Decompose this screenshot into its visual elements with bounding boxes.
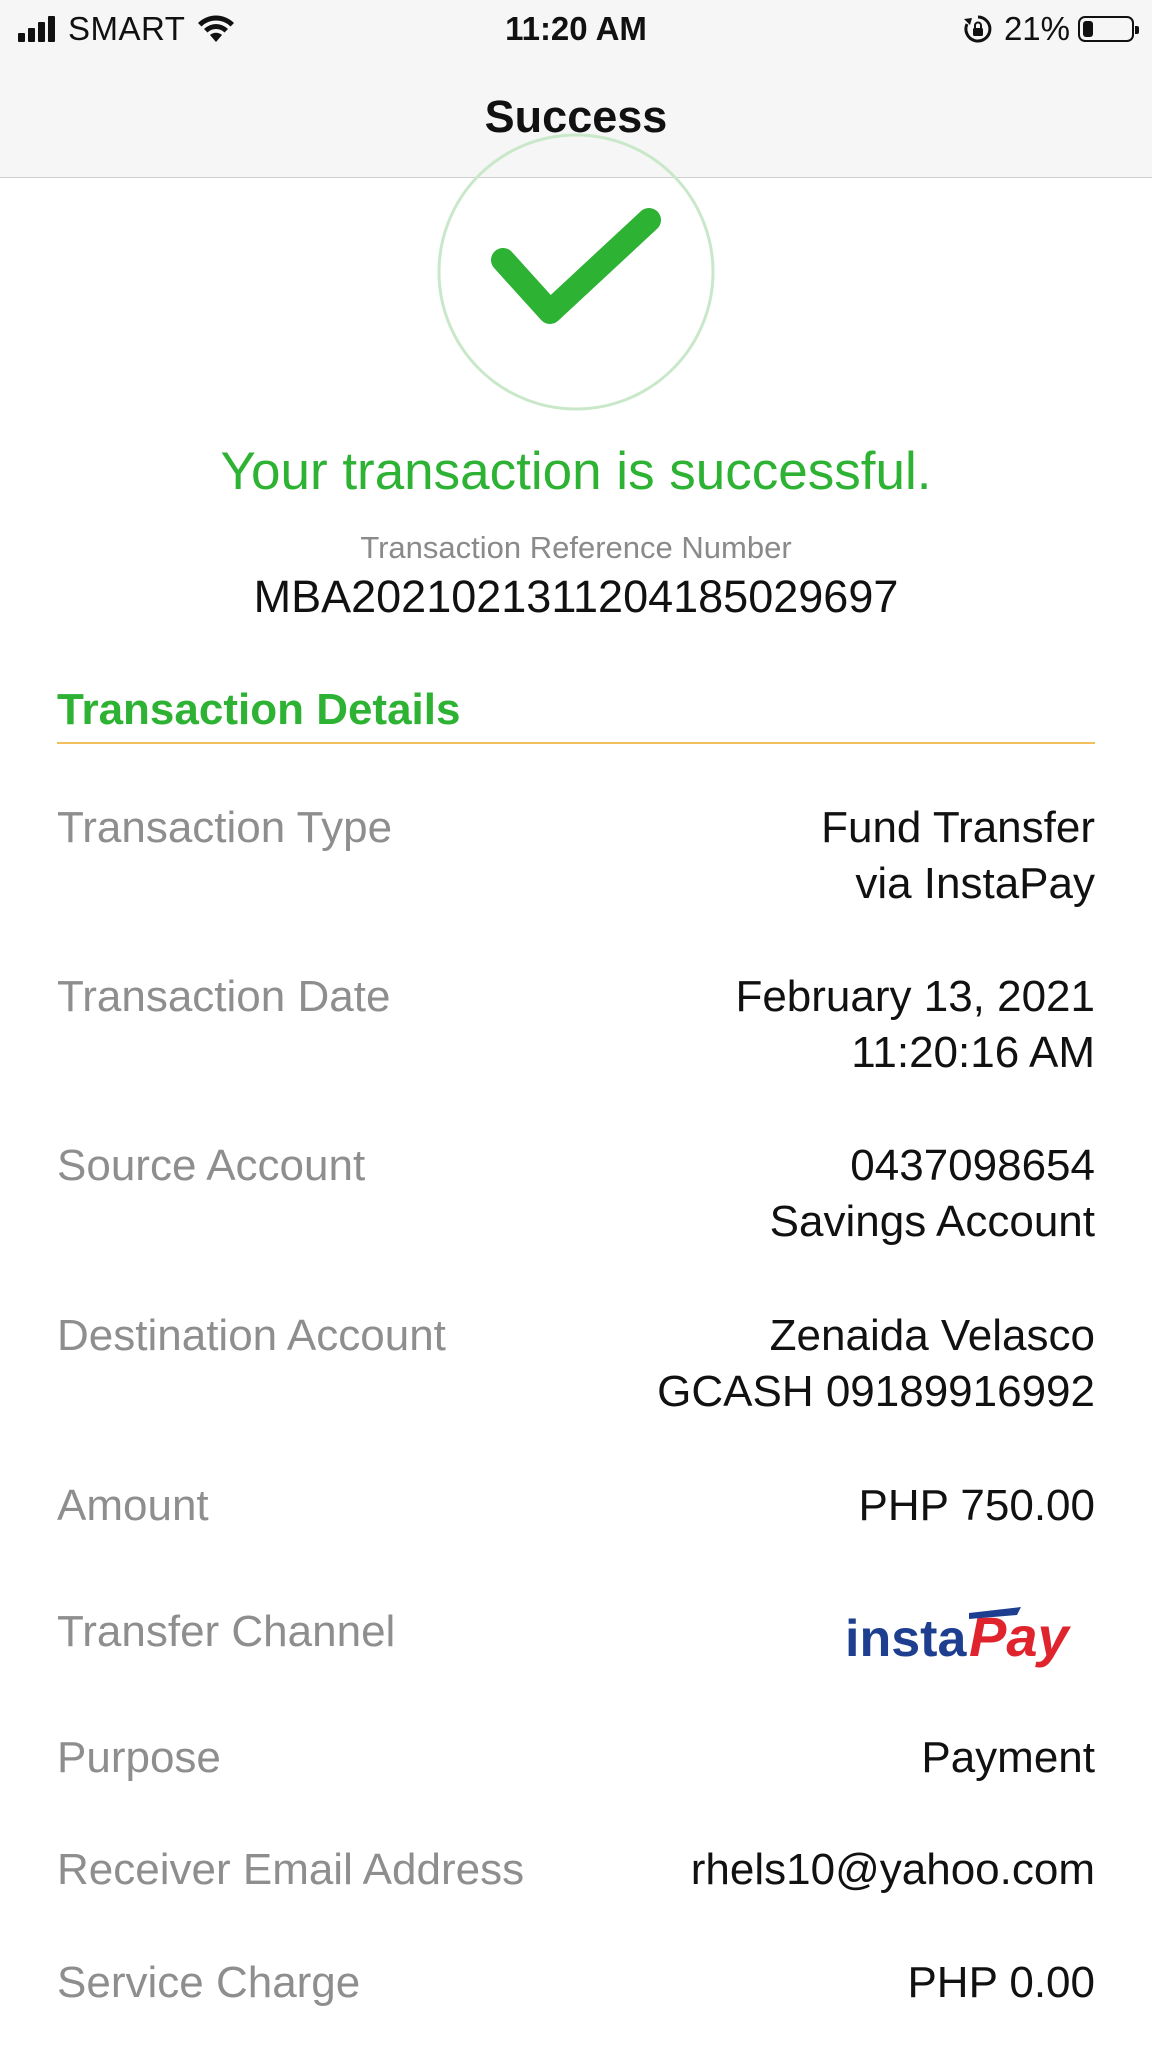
rotation-lock-icon	[963, 15, 992, 43]
value-line: February 13, 2021	[735, 972, 1095, 1021]
value-line: Savings Account	[769, 1197, 1095, 1246]
row-label: Destination Account	[57, 1311, 446, 1360]
value-line: Zenaida Velasco	[769, 1311, 1095, 1360]
value-line: via InstaPay	[855, 859, 1095, 908]
value-line: rhels10@yahoo.com	[690, 1845, 1095, 1894]
status-bar: SMART 11:20 AM 21%	[0, 0, 1152, 58]
value-line: Fund Transfer	[821, 803, 1095, 852]
row-label: Transaction Type	[57, 803, 393, 852]
value-line: GCASH 09189916992	[657, 1367, 1095, 1416]
instapay-logo: insta Pay	[845, 1605, 1071, 1668]
row-label: Purpose	[57, 1733, 221, 1782]
svg-text:insta: insta	[845, 1610, 967, 1668]
section-divider	[57, 742, 1095, 744]
value-line: Payment	[921, 1733, 1095, 1782]
battery-nub	[1135, 26, 1139, 34]
value-line: PHP 0.00	[907, 1958, 1095, 2007]
row-value: PHP 750.00	[859, 1478, 1095, 1534]
row-value: Fund Transfer via InstaPay	[821, 800, 1095, 912]
row-label: Source Account	[57, 1141, 366, 1190]
reference-number: MBA2021021311204185029697	[253, 571, 899, 622]
row-value: Payment	[921, 1730, 1095, 1786]
value-line: 11:20:16 AM	[851, 1028, 1095, 1077]
transaction-success-screen: SMART 11:20 AM 21% Success Your transact…	[0, 0, 1152, 2048]
row-label: Transfer Channel	[57, 1607, 396, 1656]
row-label: Service Charge	[57, 1958, 361, 2007]
row-value: rhels10@yahoo.com	[691, 1842, 1095, 1898]
row-value: PHP 0.00	[907, 1955, 1095, 2011]
row-label: Transaction Date	[57, 972, 391, 1021]
battery-percent: 21%	[1003, 10, 1070, 47]
row-value: Zenaida Velasco GCASH 09189916992	[657, 1308, 1095, 1420]
value-line: PHP 750.00	[858, 1481, 1095, 1530]
battery-level-fill	[1083, 21, 1093, 37]
battery-icon	[1078, 16, 1139, 42]
section-title: Transaction Details	[57, 685, 461, 734]
row-value: 0437098654 Savings Account	[770, 1138, 1095, 1250]
success-message: Your transaction is successful.	[220, 442, 932, 501]
value-line: 0437098654	[850, 1141, 1095, 1190]
checkmark-icon	[437, 133, 715, 411]
row-value: February 13, 2021 11:20:16 AM	[735, 969, 1095, 1081]
row-label: Receiver Email Address	[57, 1845, 525, 1894]
reference-number-label: Transaction Reference Number	[360, 530, 792, 565]
status-right: 21%	[962, 9, 1139, 49]
row-label: Amount	[57, 1481, 209, 1530]
